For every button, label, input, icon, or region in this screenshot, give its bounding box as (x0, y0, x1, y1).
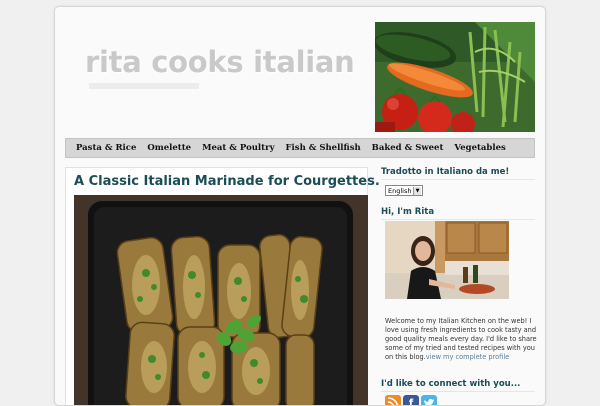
nav-item-meat-poultry[interactable]: Meat & Poultry (202, 143, 274, 153)
translate-widget-title: Tradotto in Italiano da me! (381, 167, 535, 180)
rss-icon[interactable] (385, 395, 401, 405)
nav-item-pasta-rice[interactable]: Pasta & Rice (76, 143, 136, 153)
facebook-icon[interactable]: f (403, 395, 419, 405)
nav-item-fish-shellfish[interactable]: Fish & Shellfish (286, 143, 361, 153)
about-text: Welcome to my Italian Kitchen on the web… (385, 317, 537, 362)
blog-page: rita cooks italian Pasta & Rice Omelette… (54, 6, 546, 406)
language-select-value: English (388, 186, 412, 195)
chevron-down-icon: ▼ (413, 186, 421, 195)
site-tagline (89, 83, 199, 89)
nav-item-vegetables[interactable]: Vegetables (454, 143, 505, 153)
category-nav: Pasta & Rice Omelette Meat & Poultry Fis… (65, 138, 535, 158)
post-title[interactable]: A Classic Italian Marinade for Courgette… (74, 174, 380, 189)
about-widget-title: Hi, I'm Rita (381, 207, 535, 220)
nav-item-omelette[interactable]: Omelette (147, 143, 191, 153)
view-profile-link[interactable]: view my complete profile (426, 353, 509, 361)
nav-item-baked-sweet[interactable]: Baked & Sweet (372, 143, 444, 153)
twitter-icon[interactable] (421, 395, 437, 405)
connect-widget-title: I'd like to connect with you... (381, 379, 535, 392)
language-select[interactable]: English ▼ (385, 185, 423, 196)
post-courgette-image (74, 195, 368, 405)
main-content: A Classic Italian Marinade for Courgette… (65, 167, 380, 405)
sidebar: Tradotto in Italiano da me! English ▼ Hi… (381, 167, 537, 405)
site-title[interactable]: rita cooks italian (85, 45, 355, 79)
profile-photo[interactable] (385, 221, 509, 299)
social-links: f (385, 395, 437, 405)
header-vegetables-image (375, 22, 535, 132)
